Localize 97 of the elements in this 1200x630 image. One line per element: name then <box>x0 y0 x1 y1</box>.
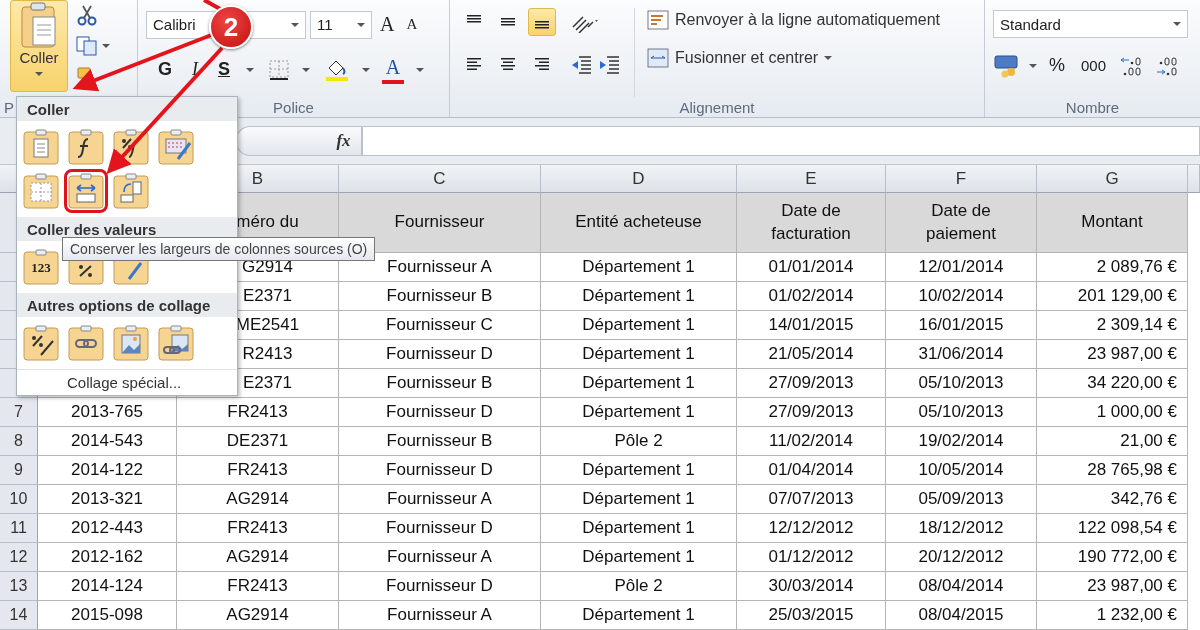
table-cell-text: 05/10/2013 <box>918 371 1004 394</box>
table-cell-text: 20/12/2012 <box>918 545 1004 568</box>
menu-section-title: Autres options de collage <box>17 293 237 317</box>
table-header-cell: Entité acheteuse <box>575 211 702 234</box>
table-cell-text: 2015-098 <box>71 603 143 626</box>
table-cell-text: Département 1 <box>582 458 695 481</box>
menu-section-title: Coller <box>17 97 237 121</box>
table-cell-text: Département 1 <box>582 371 695 394</box>
table-cell-text: Département 1 <box>582 313 695 336</box>
table-header-cell: Fournisseur <box>394 211 485 234</box>
table-cell-text: DE2371 <box>226 429 289 452</box>
table-cell-text: FR2413 <box>227 458 288 481</box>
table-cell-text: E2371 <box>242 284 293 307</box>
table-cell-text: Fournisseur A <box>387 487 492 510</box>
table-cell-text: 05/09/2013 <box>918 487 1004 510</box>
table-cell-text: 2013-321 <box>71 487 143 510</box>
table-cell-text: Département 1 <box>582 342 695 365</box>
table-cell-text: 07/07/2013 <box>768 487 854 510</box>
table-cell-text: 12/01/2014 <box>918 255 1004 278</box>
table-cell-text: 21/05/2014 <box>768 342 854 365</box>
table-cell-text: 18/12/2012 <box>918 516 1004 539</box>
table-cell-text: Fournisseur B <box>386 284 493 307</box>
table-cell-text: 342,76 € <box>1110 487 1177 510</box>
group-label: Alignement <box>679 98 755 116</box>
table-cell-text: Fournisseur A <box>387 545 492 568</box>
table-cell-text: Département 1 <box>582 487 695 510</box>
table-cell-text: 34 220,00 € <box>1087 371 1177 394</box>
tooltip: Conserver les largeurs de colonnes sources (O) <box>62 237 376 261</box>
table-cell-text: 05/10/2013 <box>918 400 1004 423</box>
table-cell-text: 01/12/2012 <box>768 545 854 568</box>
table-cell-text: 2014-122 <box>71 458 143 481</box>
table-cell-text: 27/09/2013 <box>768 400 854 423</box>
table-cell-text: Fournisseur C <box>386 313 493 336</box>
table-cell-text: 27/09/2013 <box>768 371 854 394</box>
table-cell-text: Département 1 <box>582 284 695 307</box>
table-cell-text: 2013-765 <box>71 400 143 423</box>
group-label: Police <box>273 98 314 116</box>
table-header-cell: Montant <box>1081 211 1143 234</box>
table-cell-text: Fournisseur B <box>386 371 493 394</box>
table-cell-text: Département 1 <box>582 545 695 568</box>
group-label: P <box>4 98 14 116</box>
table-cell-text: Fournisseur D <box>386 458 493 481</box>
table-cell-text: Fournisseur D <box>386 400 493 423</box>
group-label: Nombre <box>1065 98 1120 116</box>
table-cell-text: 23 987,00 € <box>1087 574 1177 597</box>
table-cell-text: 2 089,76 € <box>1096 255 1177 278</box>
table-cell-text: Pôle 2 <box>614 429 663 452</box>
table-cell-text: FR2413 <box>227 400 288 423</box>
table-cell-text: FR2413 <box>227 574 288 597</box>
table-cell-text: 1 000,00 € <box>1096 400 1177 423</box>
table-cell-text: Fournisseur D <box>386 516 493 539</box>
table-cell-text: 1 232,00 € <box>1096 603 1177 626</box>
table-cell-text: 23 987,00 € <box>1087 342 1177 365</box>
table-cell-text: ME2541 <box>235 313 300 336</box>
table-cell-text: 08/04/2014 <box>918 574 1004 597</box>
table-cell-text: Fournisseur B <box>386 429 493 452</box>
table-cell-text: AG2914 <box>226 545 289 568</box>
table-cell-text: Fournisseur A <box>387 603 492 626</box>
table-cell-text: 25/03/2015 <box>768 603 854 626</box>
table-cell-text: 12/12/2012 <box>768 516 854 539</box>
table-cell-text: 01/01/2014 <box>768 255 854 278</box>
table-cell-text: Pôle 2 <box>614 574 663 597</box>
table-cell-text: Fournisseur D <box>386 574 493 597</box>
table-cell-text: 10/05/2014 <box>918 458 1004 481</box>
table-cell-text: AG2914 <box>226 603 289 626</box>
table-cell-text: 190 772,00 € <box>1077 545 1177 568</box>
table-cell-text: 01/04/2014 <box>768 458 854 481</box>
table-cell-text: Département 1 <box>582 603 695 626</box>
table-cell-text: 2012-443 <box>71 516 143 539</box>
table-header-cell-text: Date de paiement <box>925 199 997 245</box>
table-cell-text: 30/03/2014 <box>768 574 854 597</box>
table-cell-text: 31/06/2014 <box>918 342 1004 365</box>
table-cell-text: 11/02/2014 <box>769 429 853 452</box>
table-cell-text: 2012-162 <box>71 545 143 568</box>
table-cell-text: 19/02/2014 <box>918 429 1004 452</box>
table-cell-text: 01/02/2014 <box>768 284 854 307</box>
table-cell-text: 10/02/2014 <box>918 284 1004 307</box>
table-cell-text: 2014-124 <box>71 574 143 597</box>
table-cell-text: 21,00 € <box>1120 429 1177 452</box>
table-header-cell-text: Date de facturation <box>770 199 852 245</box>
table-cell-text: AG2914 <box>226 487 289 510</box>
table-cell-text: 28 765,98 € <box>1087 458 1177 481</box>
table-cell-text: Département 1 <box>582 255 695 278</box>
table-cell-text: 08/04/2015 <box>918 603 1004 626</box>
table-cell-text: 14/01/2015 <box>768 313 854 336</box>
table-cell-text: 2014-543 <box>71 429 143 452</box>
table-cell-text: R2413 <box>242 342 293 365</box>
table-cell-text: 201 129,00 € <box>1077 284 1177 307</box>
table-cell-text: 2 309,14 € <box>1096 313 1177 336</box>
table-cell-text: E2371 <box>242 371 293 394</box>
table-cell-text: 122 098,54 € <box>1077 516 1177 539</box>
table-cell-text: Département 1 <box>582 516 695 539</box>
table-cell-text: Département 1 <box>582 400 695 423</box>
table-cell-text: 16/01/2015 <box>918 313 1004 336</box>
table-cell-text: Fournisseur A <box>387 255 492 278</box>
table-cell-text: FR2413 <box>227 516 288 539</box>
table-cell-text: Fournisseur D <box>386 342 493 365</box>
